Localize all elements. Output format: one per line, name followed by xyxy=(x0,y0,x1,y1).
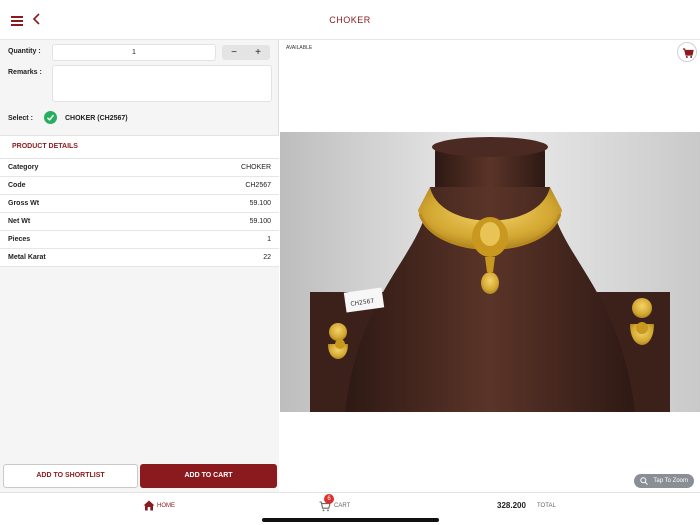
row-value: 59.100 xyxy=(249,218,271,225)
select-label: Select : xyxy=(8,115,33,122)
row-value: 22 xyxy=(263,254,271,261)
quantity-input[interactable]: 1 xyxy=(52,44,216,61)
row-value: 1 xyxy=(267,236,271,243)
zoom-label: Tap To Zoom xyxy=(653,478,688,484)
magnifier-icon xyxy=(640,477,648,485)
row-key: Metal Karat xyxy=(8,254,46,261)
table-row: Gross Wt 59.100 xyxy=(0,195,279,213)
increment-button[interactable]: + xyxy=(246,45,270,60)
selected-variant[interactable]: CHOKER (CH2567) xyxy=(65,115,128,122)
decrement-button[interactable]: − xyxy=(222,45,246,60)
quantity-stepper: − + xyxy=(222,45,270,60)
product-details-header: PRODUCT DETAILS xyxy=(0,135,279,159)
home-indicator[interactable] xyxy=(262,518,439,522)
tab-cart[interactable]: 6 CART xyxy=(319,494,359,515)
row-key: Gross Wt xyxy=(8,200,40,207)
product-details-title: PRODUCT DETAILS xyxy=(12,143,78,150)
choker-necklace-image: CH2567 xyxy=(280,132,700,412)
tap-to-zoom-button[interactable]: Tap To Zoom xyxy=(634,474,694,488)
quantity-label: Quantity : xyxy=(8,48,41,55)
product-details-table: Category CHOKER Code CH2567 Gross Wt 59.100… xyxy=(0,159,279,267)
availability-status: AVAILABLE xyxy=(286,45,313,51)
cart-count-badge: 6 xyxy=(324,494,334,504)
table-row: Code CH2567 xyxy=(0,177,279,195)
table-row: Net Wt 59.100 xyxy=(0,213,279,231)
row-key: Category xyxy=(8,164,39,171)
product-form-pane: Quantity : 1 − + Remarks : Select : CHOK… xyxy=(0,40,279,492)
row-key: Code xyxy=(8,182,26,189)
add-to-shortlist-button[interactable]: ADD TO SHORTLIST xyxy=(3,464,138,488)
bottom-tab-bar: HOME 6 CART 328.200 TOTAL xyxy=(0,492,700,525)
add-to-cart-button[interactable]: ADD TO CART xyxy=(140,464,277,488)
product-image-pane: AVAILABLE CH2567 Tap To Zoom xyxy=(280,40,700,492)
tab-home-label: HOME xyxy=(157,503,175,509)
table-row: Category CHOKER xyxy=(0,159,279,177)
total-label: TOTAL xyxy=(537,503,556,509)
row-key: Pieces xyxy=(8,236,31,243)
table-row: Pieces 1 xyxy=(0,231,279,249)
row-value: 59.100 xyxy=(249,200,271,207)
page-title: CHOKER xyxy=(329,15,371,25)
remarks-label: Remarks : xyxy=(8,69,42,76)
tab-home[interactable]: HOME xyxy=(143,500,183,514)
cart-shortcut-button[interactable] xyxy=(677,42,697,62)
checkmark-icon[interactable] xyxy=(44,111,57,124)
remarks-input[interactable] xyxy=(52,65,272,102)
row-value: CHOKER xyxy=(241,164,271,171)
tab-cart-label: CART xyxy=(334,503,351,509)
total-value: 328.200 xyxy=(497,501,526,510)
home-icon xyxy=(143,500,155,511)
app-header: CHOKER xyxy=(0,0,700,40)
row-value: CH2567 xyxy=(245,182,271,189)
table-row: Metal Karat 22 xyxy=(0,249,279,267)
row-key: Net Wt xyxy=(8,218,31,225)
product-details-section: PRODUCT DETAILS Category CHOKER Code CH256… xyxy=(0,135,279,492)
product-photo[interactable]: CH2567 xyxy=(280,132,700,412)
cart-icon xyxy=(683,48,694,58)
